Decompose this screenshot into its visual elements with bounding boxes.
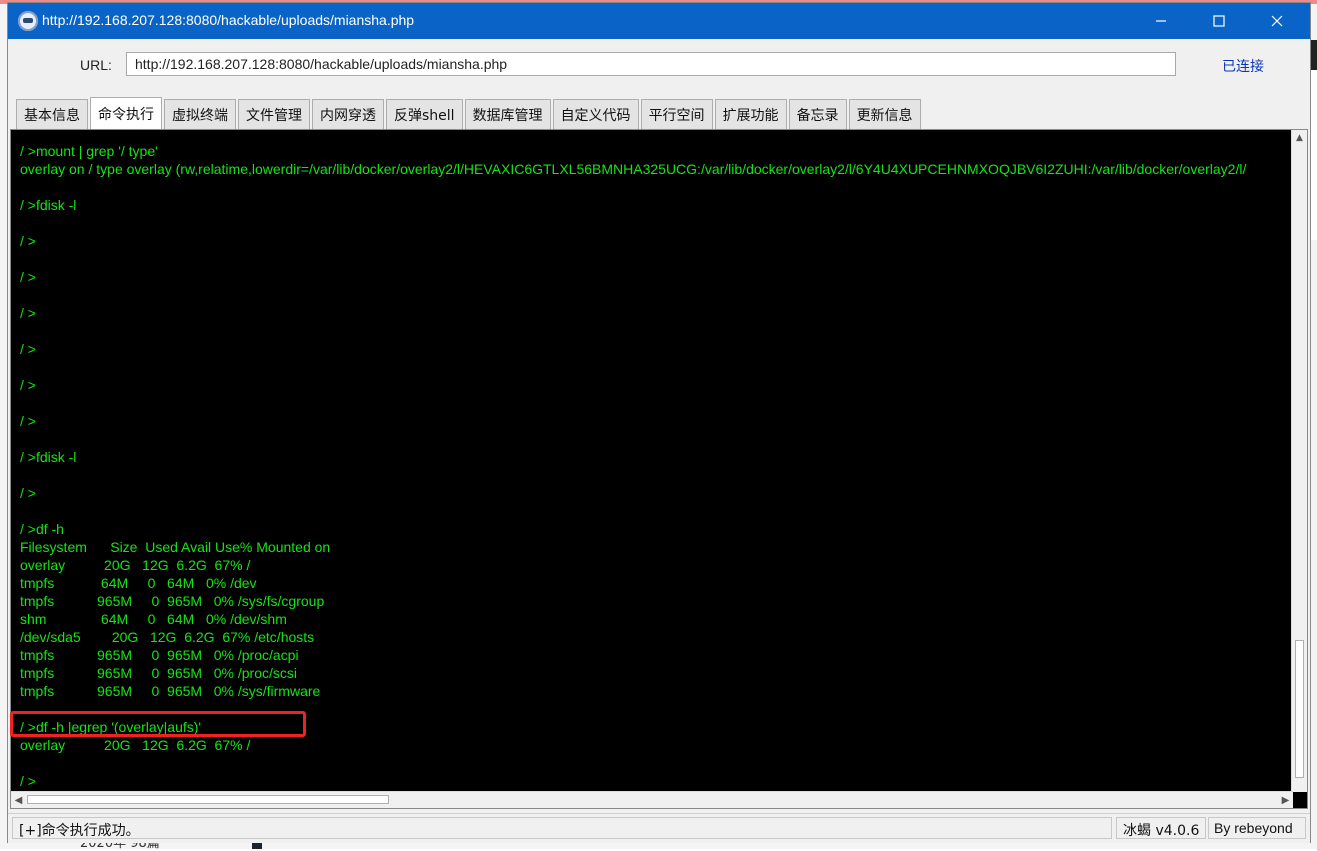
console-line: / >	[20, 413, 36, 429]
tab-memo[interactable]: 备忘录	[788, 99, 847, 129]
close-icon	[1271, 15, 1283, 27]
app-icon	[18, 11, 38, 31]
tab-intranet-tunnel[interactable]: 内网穿透	[312, 99, 384, 129]
console-line: / >fdisk -l	[20, 449, 77, 465]
horizontal-scrollbar[interactable]: ◀ ▶	[11, 791, 1293, 808]
console-line: tmpfs 965M 0 965M 0% /proc/acpi	[20, 647, 299, 663]
url-input[interactable]	[126, 52, 1176, 76]
vertical-scroll-thumb[interactable]	[1295, 640, 1304, 778]
annotation-highlight-box	[10, 711, 306, 737]
console-line: / >	[20, 773, 36, 789]
behinder-window: http://192.168.207.128:8080/hackable/upl…	[8, 3, 1310, 843]
console-line: / >	[20, 305, 36, 321]
url-bar: URL: 已连接	[8, 39, 1310, 91]
scroll-up-icon[interactable]: ▲	[1292, 130, 1307, 145]
console-line: tmpfs 64M 0 64M 0% /dev	[20, 575, 257, 591]
close-button[interactable]	[1248, 3, 1306, 39]
console-line: / >	[20, 269, 36, 285]
status-message: [+]命令执行成功。	[12, 817, 1112, 839]
tab-database-manager[interactable]: 数据库管理	[464, 99, 551, 129]
connection-status: 已连接	[1222, 59, 1264, 75]
console-line: / >mount | grep '/ type'	[20, 143, 158, 159]
version-label: 冰蝎 v4.0.6	[1116, 817, 1206, 839]
command-console[interactable]: / >mount | grep '/ type' overlay on / typ…	[10, 129, 1308, 809]
tab-bar: 基本信息 命令执行 虚拟终端 文件管理 内网穿透 反弹shell 数据库管理 自…	[16, 97, 923, 129]
tab-basic-info[interactable]: 基本信息	[16, 99, 88, 129]
tab-virtual-terminal[interactable]: 虚拟终端	[164, 99, 236, 129]
console-line: / >	[20, 233, 36, 249]
console-line: /dev/sda5 20G 12G 6.2G 67% /etc/hosts	[20, 629, 315, 645]
console-line: / >	[20, 377, 36, 393]
console-line: overlay 20G 12G 6.2G 67% /	[20, 557, 251, 573]
console-line: / >	[20, 341, 36, 357]
scroll-right-icon[interactable]: ▶	[1278, 792, 1293, 808]
status-bar: [+]命令执行成功。 冰蝎 v4.0.6 By rebeyond	[8, 813, 1310, 843]
console-line: shm 64M 0 64M 0% /dev/shm	[20, 611, 287, 627]
console-line: / >	[20, 485, 36, 501]
minimize-button[interactable]	[1132, 3, 1190, 39]
tab-file-manager[interactable]: 文件管理	[238, 99, 310, 129]
console-line: tmpfs 965M 0 965M 0% /proc/scsi	[20, 665, 297, 681]
tab-reverse-shell[interactable]: 反弹shell	[386, 99, 463, 129]
maximize-icon	[1213, 15, 1225, 27]
console-line: overlay 20G 12G 6.2G 67% /	[20, 737, 251, 753]
tab-custom-code[interactable]: 自定义代码	[552, 99, 639, 129]
vertical-scrollbar[interactable]: ▲	[1291, 130, 1307, 792]
console-line: overlay on / type overlay (rw,relatime,l…	[20, 161, 1247, 177]
tab-command-exec[interactable]: 命令执行	[90, 97, 162, 129]
maximize-button[interactable]	[1190, 3, 1248, 39]
minimize-icon	[1156, 20, 1166, 22]
tab-extensions[interactable]: 扩展功能	[714, 99, 787, 129]
author-label: By rebeyond	[1208, 817, 1306, 839]
scroll-left-icon[interactable]: ◀	[11, 792, 26, 808]
title-bar[interactable]: http://192.168.207.128:8080/hackable/upl…	[8, 3, 1310, 39]
background-right-dark-block	[1309, 40, 1317, 70]
console-line: Filesystem Size Used Avail Use% Mounted …	[20, 539, 331, 555]
console-line: tmpfs 965M 0 965M 0% /sys/firmware	[20, 683, 321, 699]
url-label: URL:	[80, 57, 112, 73]
console-line: / >df -h	[20, 521, 64, 537]
tab-parallel-space[interactable]: 平行空间	[640, 99, 713, 129]
console-line: / >fdisk -l	[20, 197, 77, 213]
horizontal-scroll-thumb[interactable]	[27, 795, 389, 804]
tab-update-info[interactable]: 更新信息	[848, 99, 921, 129]
console-output[interactable]: / >mount | grep '/ type' overlay on / typ…	[11, 130, 1293, 792]
window-title: http://192.168.207.128:8080/hackable/upl…	[42, 12, 415, 28]
console-line: tmpfs 965M 0 965M 0% /sys/fs/cgroup	[20, 593, 325, 609]
